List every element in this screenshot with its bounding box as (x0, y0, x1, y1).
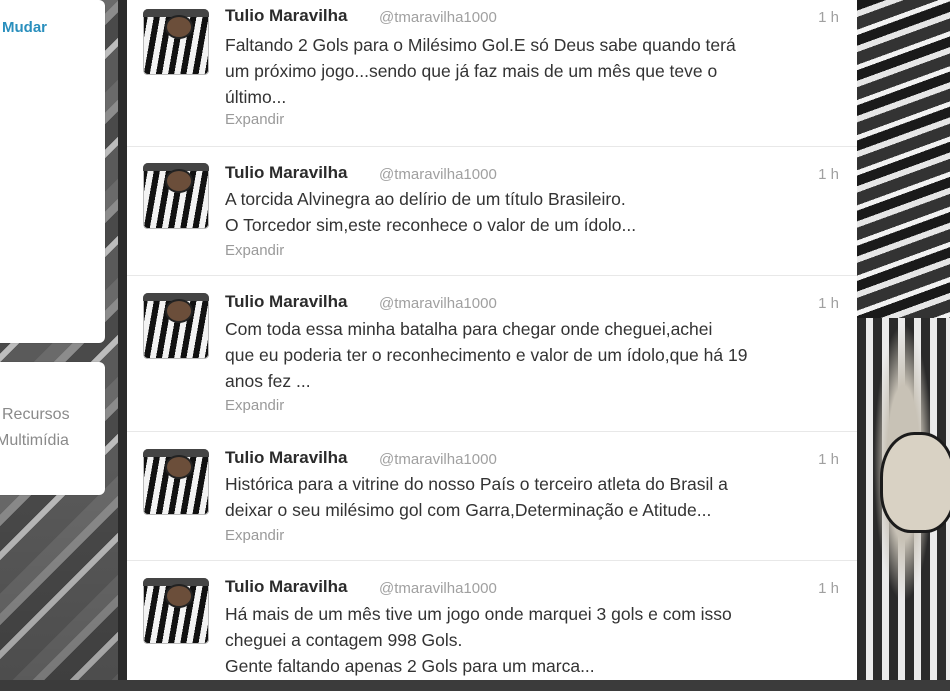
tweet-author-handle[interactable]: @tmaravilha1000 (379, 9, 497, 26)
tweet-item[interactable]: Tulio Maravilha @tmaravilha1000 1 h A to… (127, 147, 857, 276)
avatar[interactable] (143, 163, 209, 229)
tweet-author-handle[interactable]: @tmaravilha1000 (379, 451, 497, 468)
expand-link[interactable]: Expandir (225, 242, 284, 259)
profile-card (0, 0, 105, 343)
tweet-item[interactable]: Tulio Maravilha @tmaravilha1000 1 h Falt… (127, 0, 857, 147)
tweet-author-name[interactable]: Tulio Maravilha (225, 6, 348, 26)
tweet-author-handle[interactable]: @tmaravilha1000 (379, 295, 497, 312)
tweet-author-handle[interactable]: @tmaravilha1000 (379, 580, 497, 597)
tweet-item[interactable]: Tulio Maravilha @tmaravilha1000 1 h Há m… (127, 561, 857, 691)
tweet-item[interactable]: Tulio Maravilha @tmaravilha1000 1 h Hist… (127, 432, 857, 561)
avatar[interactable] (143, 578, 209, 644)
tweet-author-name[interactable]: Tulio Maravilha (225, 292, 348, 312)
avatar[interactable] (143, 293, 209, 359)
multimedia-card (0, 362, 105, 495)
tweet-timestamp[interactable]: 1 h (818, 580, 839, 597)
tweet-author-name[interactable]: Tulio Maravilha (225, 448, 348, 468)
tweet-item[interactable]: Tulio Maravilha @tmaravilha1000 1 h Com … (127, 276, 857, 432)
avatar[interactable] (143, 449, 209, 515)
tweet-timestamp[interactable]: 1 h (818, 295, 839, 312)
multimedia-resources-link[interactable]: Recursos (2, 406, 70, 424)
tweet-text: Há mais de um mês tive um jogo onde marq… (225, 604, 732, 676)
background-face-image (880, 432, 950, 533)
tweet-author-name[interactable]: Tulio Maravilha (225, 163, 348, 183)
tweet-timestamp[interactable]: 1 h (818, 9, 839, 26)
tweet-timeline: Tulio Maravilha @tmaravilha1000 1 h Falt… (127, 0, 857, 680)
avatar[interactable] (143, 9, 209, 75)
timeline-border (118, 0, 127, 680)
expand-link[interactable]: Expandir (225, 111, 284, 128)
tweet-author-handle[interactable]: @tmaravilha1000 (379, 166, 497, 183)
expand-link[interactable]: Expandir (225, 397, 284, 414)
tweet-text: A torcida Alvinegra ao delírio de um tít… (225, 189, 637, 235)
tweet-text: Faltando 2 Gols para o Milésimo Gol.E só… (225, 35, 736, 107)
tweet-text: Histórica para a vitrine do nosso País o… (225, 474, 728, 520)
expand-link[interactable]: Expandir (225, 527, 284, 544)
tweet-timestamp[interactable]: 1 h (818, 451, 839, 468)
multimedia-resources-link-line2[interactable]: Multimídia (0, 432, 69, 450)
tweet-text: Com toda essa minha batalha para chegar … (225, 319, 748, 391)
tweet-timestamp[interactable]: 1 h (818, 166, 839, 183)
tweet-author-name[interactable]: Tulio Maravilha (225, 577, 348, 597)
change-link[interactable]: Mudar (2, 19, 47, 36)
